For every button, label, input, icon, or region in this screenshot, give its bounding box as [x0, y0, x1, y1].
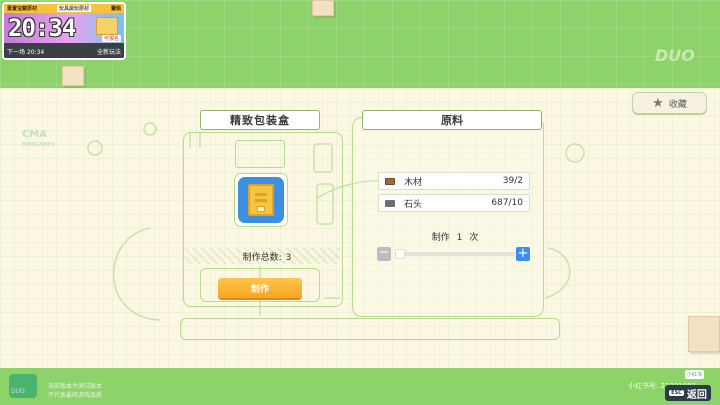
timer-digits: 20:34: [8, 14, 76, 42]
test-version-notice: 当前版本为测试版本 不代表最终游戏品质: [48, 383, 103, 399]
material-name: 木材: [404, 177, 423, 188]
esc-key-icon: ESC: [669, 390, 684, 396]
floating-cube-decoration: [62, 66, 84, 86]
bottom-background: [0, 368, 720, 405]
xhs-tag: 小红书: [685, 370, 705, 379]
craft-quantity-slider[interactable]: [395, 252, 515, 256]
back-label: 返回: [686, 389, 707, 401]
gift-icon: [96, 17, 118, 35]
make-button[interactable]: 制作: [218, 278, 302, 298]
total-count: 制作总数: 3: [242, 253, 292, 263]
timer-tag-left: 重置宝藏原材: [7, 6, 38, 12]
material-row-stone: 石头 687/10: [378, 194, 530, 212]
wood-icon: [385, 177, 395, 185]
slider-handle[interactable]: [395, 249, 405, 259]
craft-count-label: 制作 1 次: [431, 233, 479, 243]
gift-box-stripe: [255, 199, 267, 202]
material-name: 石头: [404, 199, 423, 210]
timer-footer: 下一场 20:34 全新玩法: [4, 43, 124, 58]
timer-display: 20:34 可报名: [4, 13, 124, 43]
back-button[interactable]: ESC 返回: [665, 385, 711, 401]
gift-box-tag: [257, 206, 265, 212]
timer-tag-right: 蕾佩: [110, 6, 121, 12]
next-round-label: 下一场 20:34: [7, 49, 45, 56]
timer-tag-mid: 玩具屋玩原材: [56, 5, 91, 12]
material-count: 687/10: [491, 198, 523, 208]
timer-tag-bar: 重置宝藏原材 玩具屋玩原材 蕾佩: [4, 4, 124, 13]
stone-icon: [385, 199, 395, 207]
craft-count-value: 1: [456, 233, 463, 243]
event-timer-widget[interactable]: 重置宝藏原材 玩具屋玩原材 蕾佩 20:34 可报名 下一场 20:34 全新玩…: [2, 2, 126, 60]
gift-box-stripe: [255, 193, 267, 196]
signup-badge: 可报名: [101, 35, 121, 42]
machine-base-decoration: [180, 318, 560, 340]
materials-frame: [352, 117, 544, 317]
floating-cube-decoration: [312, 0, 334, 16]
game-logo-text: DUO: [11, 388, 25, 395]
total-count-value: 3: [285, 253, 292, 263]
machine-top-decoration: [235, 140, 285, 168]
decrease-button[interactable]: −: [377, 246, 391, 261]
mode-label: 全新玩法: [96, 49, 121, 56]
material-count: 39/2: [502, 176, 523, 186]
item-title: 精致包装盒: [200, 110, 320, 130]
logo-watermark: DUO: [655, 46, 695, 65]
material-row-wood: 木材 39/2: [378, 172, 530, 190]
increase-button[interactable]: +: [516, 247, 530, 261]
materials-title: 原料: [362, 110, 542, 130]
